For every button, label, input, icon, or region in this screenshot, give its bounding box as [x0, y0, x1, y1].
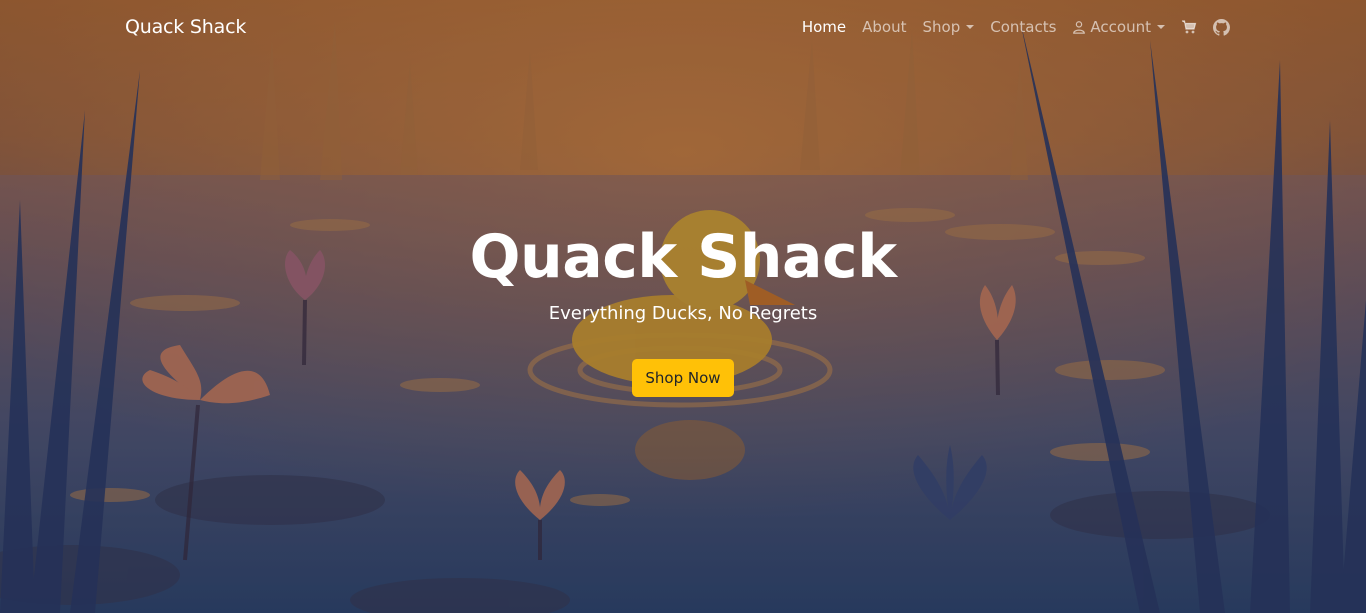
top-navbar: Quack Shack Home About Shop Contacts Acc…: [0, 0, 1366, 57]
caret-down-icon: [1157, 25, 1165, 29]
nav-item-shop-dropdown[interactable]: Shop: [915, 18, 983, 36]
person-icon: [1073, 21, 1086, 34]
hero-section: Quack Shack Home About Shop Contacts Acc…: [0, 0, 1366, 613]
brand-logo-link[interactable]: Quack Shack: [125, 16, 246, 38]
nav-item-shop-label: Shop: [922, 18, 961, 36]
nav-item-about-label: About: [862, 18, 907, 36]
nav-item-contacts-label: Contacts: [990, 18, 1057, 36]
nav-item-account-label: Account: [1090, 18, 1151, 36]
shop-now-button[interactable]: Shop Now: [632, 359, 734, 397]
hero-content: Quack Shack Everything Ducks, No Regrets…: [0, 218, 1366, 397]
nav-item-contacts[interactable]: Contacts: [982, 18, 1064, 36]
nav-item-account-dropdown[interactable]: Account: [1064, 18, 1173, 36]
hero-title: Quack Shack: [469, 222, 897, 292]
cart-icon: [1182, 20, 1197, 34]
cart-link[interactable]: [1173, 19, 1205, 35]
github-link[interactable]: [1205, 18, 1238, 36]
nav-item-home-label: Home: [801, 18, 847, 36]
hero-subtitle: Everything Ducks, No Regrets: [548, 303, 818, 324]
github-icon: [1213, 18, 1230, 36]
nav-item-about[interactable]: About: [854, 18, 914, 36]
nav-item-home[interactable]: Home: [794, 18, 854, 36]
caret-down-icon: [966, 25, 975, 29]
nav-menu: Home About Shop Contacts Account: [794, 18, 1238, 36]
